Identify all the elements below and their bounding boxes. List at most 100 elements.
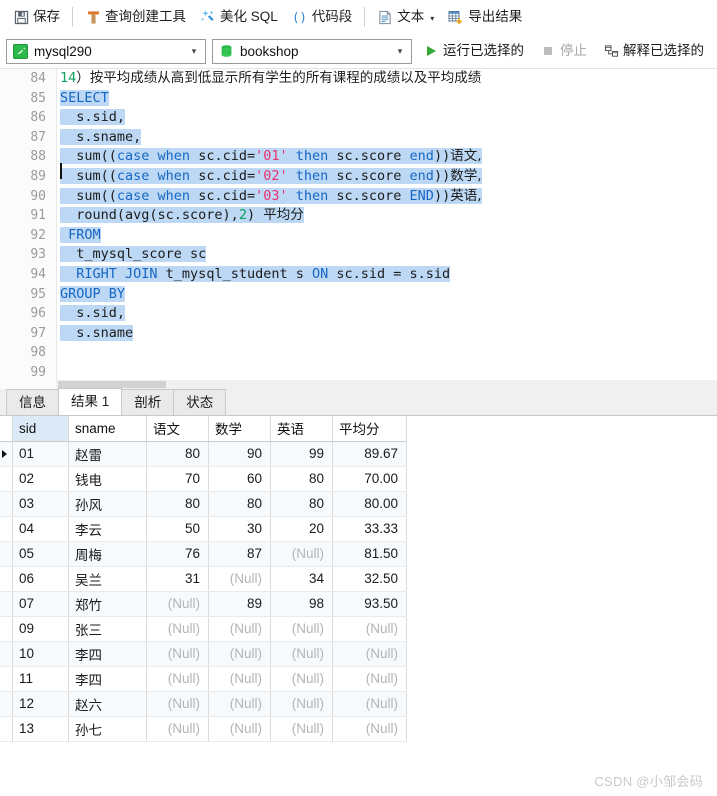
cell-average[interactable]: (Null) <box>332 691 407 717</box>
table-row[interactable]: 09 张三 (Null) (Null) (Null) (Null) <box>0 616 407 642</box>
cell-english[interactable]: (Null) <box>270 616 333 642</box>
code-line[interactable]: t_mysql_score sc <box>56 245 717 265</box>
cell-english[interactable]: (Null) <box>270 691 333 717</box>
cell-average[interactable]: 33.33 <box>332 516 407 542</box>
cell-math[interactable]: (Null) <box>208 641 271 667</box>
cell-average[interactable]: (Null) <box>332 666 407 692</box>
column-header-chinese[interactable]: 语文 <box>146 416 209 442</box>
cell-sname[interactable]: 吴兰 <box>68 566 147 592</box>
table-row[interactable]: 13 孙七 (Null) (Null) (Null) (Null) <box>0 716 407 742</box>
cell-math[interactable]: 30 <box>208 516 271 542</box>
cell-math[interactable]: (Null) <box>208 616 271 642</box>
cell-sid[interactable]: 09 <box>12 616 69 642</box>
row-selector-cell[interactable] <box>0 491 13 517</box>
table-row[interactable]: 05 周梅 76 87 (Null) 81.50 <box>0 541 407 567</box>
code-line[interactable] <box>56 343 717 363</box>
cell-sid[interactable]: 11 <box>12 666 69 692</box>
code-area[interactable]: 14）按平均成绩从高到低显示所有学生的所有课程的成绩以及平均成绩 SELECT s… <box>56 69 717 389</box>
cell-average[interactable]: 89.67 <box>332 441 407 467</box>
row-selector-cell[interactable] <box>0 466 13 492</box>
cell-average[interactable]: 32.50 <box>332 566 407 592</box>
cell-average[interactable]: 93.50 <box>332 591 407 617</box>
row-selector-cell[interactable] <box>0 566 13 592</box>
tab-profile[interactable]: 剖析 <box>121 389 175 415</box>
explain-selected-button[interactable]: 解释已选择的 <box>598 38 709 64</box>
row-selector-cell[interactable] <box>0 641 13 667</box>
cell-sid[interactable]: 07 <box>12 591 69 617</box>
text-button[interactable]: 文本 ▾ <box>370 4 441 30</box>
code-snippet-button[interactable]: () 代码段 <box>285 4 360 30</box>
chevron-down-icon[interactable]: ▾ <box>430 14 434 23</box>
cell-chinese[interactable]: 31 <box>146 566 209 592</box>
table-row[interactable]: 01 赵雷 80 90 99 89.67 <box>0 441 407 467</box>
run-selected-button[interactable]: 运行已选择的 <box>418 38 529 64</box>
cell-sname[interactable]: 李四 <box>68 666 147 692</box>
column-header-english[interactable]: 英语 <box>270 416 333 442</box>
cell-sid[interactable]: 13 <box>12 716 69 742</box>
code-line[interactable]: GROUP BY <box>56 285 717 305</box>
cell-chinese[interactable]: 80 <box>146 491 209 517</box>
row-selector-cell[interactable] <box>0 541 13 567</box>
column-header-math[interactable]: 数学 <box>208 416 271 442</box>
cell-english[interactable]: (Null) <box>270 716 333 742</box>
cell-english[interactable]: 80 <box>270 466 333 492</box>
cell-english[interactable]: (Null) <box>270 541 333 567</box>
code-line[interactable]: SELECT <box>56 89 717 109</box>
tab-status[interactable]: 状态 <box>173 389 227 415</box>
cell-sname[interactable]: 周梅 <box>68 541 147 567</box>
cell-english[interactable]: 34 <box>270 566 333 592</box>
cell-sid[interactable]: 12 <box>12 691 69 717</box>
cell-sname[interactable]: 郑竹 <box>68 591 147 617</box>
code-line[interactable]: sum((case when sc.cid='01' then sc.score… <box>56 147 717 167</box>
cell-math[interactable]: 80 <box>208 491 271 517</box>
table-row[interactable]: 04 李云 50 30 20 33.33 <box>0 516 407 542</box>
chevron-down-icon[interactable]: ▾ <box>393 46 407 57</box>
code-line[interactable]: FROM <box>56 226 717 246</box>
cell-math[interactable]: (Null) <box>208 691 271 717</box>
table-row[interactable]: 07 郑竹 (Null) 89 98 93.50 <box>0 591 407 617</box>
cell-math[interactable]: (Null) <box>208 566 271 592</box>
cell-math[interactable]: (Null) <box>208 716 271 742</box>
cell-english[interactable]: 80 <box>270 491 333 517</box>
cell-average[interactable]: 80.00 <box>332 491 407 517</box>
sql-editor[interactable]: 84 85 86 87 88 89 90 91 92 93 94 95 96 97 98 99 14）按平均成… <box>0 68 717 389</box>
cell-sname[interactable]: 孙七 <box>68 716 147 742</box>
cell-average[interactable]: (Null) <box>332 641 407 667</box>
cell-chinese[interactable]: (Null) <box>146 641 209 667</box>
cell-sid[interactable]: 02 <box>12 466 69 492</box>
code-line[interactable]: s.sname, <box>56 128 717 148</box>
code-line[interactable]: s.sid, <box>56 108 717 128</box>
code-line[interactable]: s.sid, <box>56 304 717 324</box>
cell-sid[interactable]: 01 <box>12 441 69 467</box>
cell-sname[interactable]: 张三 <box>68 616 147 642</box>
row-selector-cell[interactable] <box>0 666 13 692</box>
cell-english[interactable]: (Null) <box>270 666 333 692</box>
cell-chinese[interactable]: (Null) <box>146 691 209 717</box>
row-selector-cell[interactable] <box>0 591 13 617</box>
tab-result1[interactable]: 结果 1 <box>58 388 123 415</box>
cell-sname[interactable]: 孙风 <box>68 491 147 517</box>
save-button[interactable]: 保存 <box>6 4 67 30</box>
query-builder-button[interactable]: 查询创建工具 <box>78 4 193 30</box>
cell-math[interactable]: 89 <box>208 591 271 617</box>
code-line[interactable]: 14）按平均成绩从高到低显示所有学生的所有课程的成绩以及平均成绩 <box>56 69 717 89</box>
column-header-sname[interactable]: sname <box>68 416 147 442</box>
cell-sid[interactable]: 10 <box>12 641 69 667</box>
export-result-button[interactable]: 导出结果 <box>441 4 529 30</box>
row-selector-cell[interactable] <box>0 516 13 542</box>
table-row[interactable]: 03 孙风 80 80 80 80.00 <box>0 491 407 517</box>
cell-chinese[interactable]: (Null) <box>146 591 209 617</box>
cell-sid[interactable]: 06 <box>12 566 69 592</box>
cell-sname[interactable]: 赵雷 <box>68 441 147 467</box>
row-selector-cell[interactable] <box>0 716 13 742</box>
cell-sname[interactable]: 赵六 <box>68 691 147 717</box>
editor-horizontal-scrollbar[interactable] <box>56 380 717 389</box>
row-selector-cell[interactable] <box>0 441 13 467</box>
row-selector-cell[interactable] <box>0 691 13 717</box>
cell-average[interactable]: 81.50 <box>332 541 407 567</box>
cell-chinese[interactable]: (Null) <box>146 616 209 642</box>
beautify-sql-button[interactable]: 美化 SQL <box>193 4 285 30</box>
cell-chinese[interactable]: 76 <box>146 541 209 567</box>
row-selector-cell[interactable] <box>0 616 13 642</box>
result-grid-container[interactable]: sid sname 语文 数学 英语 平均分 01 赵雷 80 90 99 89.67 02 钱电 70 6… <box>0 416 717 758</box>
